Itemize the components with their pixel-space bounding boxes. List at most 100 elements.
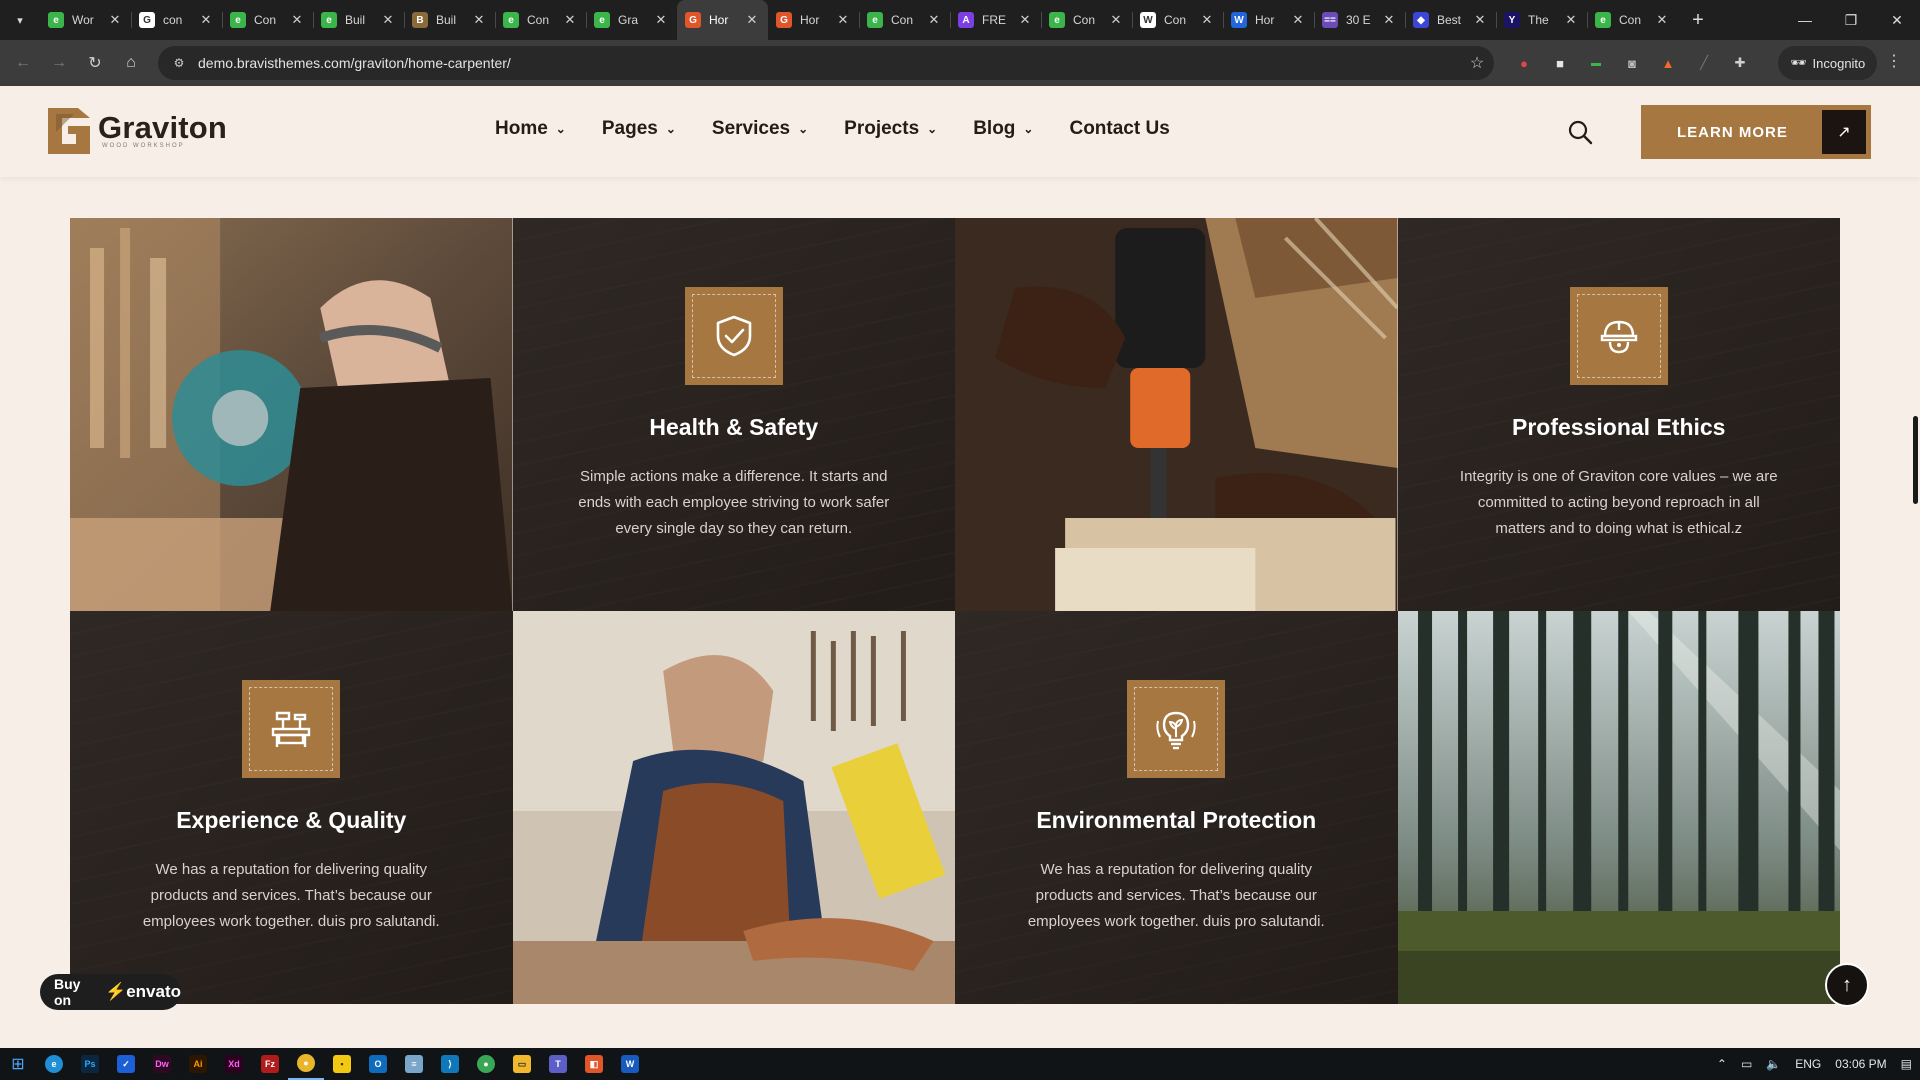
tab-close-icon[interactable]: ✕ xyxy=(198,12,214,28)
browser-tab[interactable]: e Wor ✕ xyxy=(40,0,131,40)
arrow-up-right-icon: ↗ xyxy=(1822,110,1866,154)
menu-item-services[interactable]: Services ⌄ xyxy=(712,118,808,140)
tab-close-icon[interactable]: ✕ xyxy=(1017,12,1033,28)
browser-tab[interactable]: G Hor ✕ xyxy=(768,0,859,40)
browser-tab[interactable]: e Buil ✕ xyxy=(313,0,404,40)
taskbar-app-orange-icon[interactable]: ◧ xyxy=(576,1048,612,1080)
buy-on-envato-badge[interactable]: Buy on ⚡envato xyxy=(40,974,181,1010)
tray-overflow-chevron-icon[interactable]: ⌃ xyxy=(1717,1057,1727,1071)
notifications-icon[interactable]: ▤ xyxy=(1901,1057,1912,1071)
site-logo[interactable]: Graviton WOOD WORKSHOP xyxy=(48,108,227,154)
taskbar-photoshop-icon[interactable]: Ps xyxy=(72,1048,108,1080)
browser-tab[interactable]: Gcon ✕ xyxy=(131,0,222,40)
extension-icon-1[interactable]: ● xyxy=(1512,51,1536,75)
site-info-icon[interactable]: ⚙ xyxy=(164,56,194,70)
network-icon[interactable]: ▭ xyxy=(1741,1057,1752,1071)
taskbar-teams-icon[interactable]: T xyxy=(540,1048,576,1080)
address-bar[interactable]: ⚙ demo.bravisthemes.com/graviton/home-ca… xyxy=(158,46,1494,80)
tab-close-icon[interactable]: ✕ xyxy=(1654,12,1670,28)
tab-close-icon[interactable]: ✕ xyxy=(289,12,305,28)
taskbar-illustrator-icon[interactable]: Ai xyxy=(180,1048,216,1080)
taskbar-sticky-notes-icon[interactable]: ▪ xyxy=(324,1048,360,1080)
tab-close-icon[interactable]: ✕ xyxy=(1199,12,1215,28)
browser-tab[interactable]: e Con ✕ xyxy=(859,0,950,40)
home-button[interactable]: ⌂ xyxy=(114,46,148,80)
taskbar-todo-icon[interactable]: ✓ xyxy=(108,1048,144,1080)
tab-close-icon[interactable]: ✕ xyxy=(1472,12,1488,28)
menu-item-pages[interactable]: Pages ⌄ xyxy=(602,118,676,140)
taskbar-edge-icon[interactable]: e xyxy=(36,1048,72,1080)
taskbar-dreamweaver-icon[interactable]: Dw xyxy=(144,1048,180,1080)
learn-more-button[interactable]: LEARN MORE ↗ xyxy=(1641,105,1871,159)
menu-item-contact[interactable]: Contact Us xyxy=(1069,118,1169,140)
browser-tab[interactable]: A FRE ✕ xyxy=(950,0,1041,40)
browser-tab[interactable]: W Con ✕ xyxy=(1132,0,1223,40)
browser-tab[interactable]: G Hor ✕ xyxy=(677,0,768,40)
language-indicator[interactable]: ENG xyxy=(1795,1057,1821,1071)
tab-title: Wor xyxy=(72,13,94,27)
tab-close-icon[interactable]: ✕ xyxy=(562,12,578,28)
tab-close-icon[interactable]: ✕ xyxy=(1381,12,1397,28)
tab-close-icon[interactable]: ✕ xyxy=(835,12,851,28)
browser-tab[interactable]: B Buil ✕ xyxy=(404,0,495,40)
search-icon[interactable] xyxy=(1566,118,1594,146)
logo-name: Graviton xyxy=(98,110,228,145)
chevron-down-icon: ⌄ xyxy=(798,122,809,136)
forward-button[interactable]: → xyxy=(42,46,76,80)
extension-camera-icon[interactable]: ◙ xyxy=(1620,51,1644,75)
browser-menu-icon[interactable]: ⋮ xyxy=(1886,51,1902,71)
taskbar-filezilla-icon[interactable]: Fz xyxy=(252,1048,288,1080)
tab-close-icon[interactable]: ✕ xyxy=(1290,12,1306,28)
browser-tab[interactable]: W Hor ✕ xyxy=(1223,0,1314,40)
browser-tab[interactable]: e Con ✕ xyxy=(495,0,586,40)
tab-close-icon[interactable]: ✕ xyxy=(107,12,123,28)
volume-icon[interactable]: 🔈 xyxy=(1766,1057,1781,1071)
extension-icon-6[interactable]: ╱ xyxy=(1692,51,1716,75)
taskbar-vscode-icon[interactable]: ⟩ xyxy=(432,1048,468,1080)
bookmark-star-icon[interactable]: ☆ xyxy=(1460,53,1494,73)
new-tab-button[interactable]: + xyxy=(1684,6,1712,34)
back-button[interactable]: ← xyxy=(6,46,40,80)
taskbar-notepad-icon[interactable]: ≡ xyxy=(396,1048,432,1080)
taskbar-xd-icon[interactable]: Xd xyxy=(216,1048,252,1080)
tab-close-icon[interactable]: ✕ xyxy=(1108,12,1124,28)
menu-item-blog[interactable]: Blog ⌄ xyxy=(973,118,1033,140)
tab-close-icon[interactable]: ✕ xyxy=(744,12,760,28)
browser-tab[interactable]: e Con ✕ xyxy=(1587,0,1678,40)
tab-close-icon[interactable]: ✕ xyxy=(471,12,487,28)
windows-start-icon[interactable]: ⊞ xyxy=(0,1054,36,1074)
taskbar-chrome-2-icon[interactable]: ● xyxy=(468,1048,504,1080)
address-url[interactable]: demo.bravisthemes.com/graviton/home-carp… xyxy=(198,55,1460,71)
tab-close-icon[interactable]: ✕ xyxy=(1563,12,1579,28)
browser-tab[interactable]: == 30 E ✕ xyxy=(1314,0,1405,40)
clock[interactable]: 03:06 PM xyxy=(1835,1057,1886,1071)
tab-close-icon[interactable]: ✕ xyxy=(926,12,942,28)
taskbar-chrome-icon[interactable]: ● xyxy=(288,1048,324,1080)
taskbar-file-explorer-icon[interactable]: ▭ xyxy=(504,1048,540,1080)
browser-tab[interactable]: e Con ✕ xyxy=(1041,0,1132,40)
browser-tab[interactable]: Y The ✕ xyxy=(1496,0,1587,40)
browser-tab[interactable]: e Gra ✕ xyxy=(586,0,677,40)
tab-search-chevron-icon[interactable]: ▾ xyxy=(6,6,34,34)
tab-close-icon[interactable]: ✕ xyxy=(653,12,669,28)
browser-tab[interactable]: ◆ Best ✕ xyxy=(1405,0,1496,40)
browser-tab[interactable]: e Con ✕ xyxy=(222,0,313,40)
tab-close-icon[interactable]: ✕ xyxy=(380,12,396,28)
minimize-button[interactable]: — xyxy=(1782,0,1828,40)
incognito-indicator[interactable]: 🕶 Incognito xyxy=(1778,46,1878,80)
close-window-button[interactable]: ✕ xyxy=(1874,0,1920,40)
extensions-puzzle-icon[interactable]: ✚ xyxy=(1728,51,1752,75)
menu-item-home[interactable]: Home ⌄ xyxy=(495,118,566,140)
extension-icon-5[interactable]: ▲ xyxy=(1656,51,1680,75)
restore-button[interactable]: ❐ xyxy=(1828,0,1874,40)
taskbar-outlook-icon[interactable]: O xyxy=(360,1048,396,1080)
taskbar-word-icon[interactable]: W xyxy=(612,1048,648,1080)
menu-label: Blog xyxy=(973,118,1016,139)
scroll-to-top-button[interactable]: ↑ xyxy=(1825,963,1869,1007)
page-scrollbar-thumb[interactable] xyxy=(1913,416,1918,504)
reload-button[interactable]: ↻ xyxy=(78,46,112,80)
envato-brand-text: envato xyxy=(126,982,181,1001)
extension-icon-3[interactable]: ▬ xyxy=(1584,51,1608,75)
extension-icon-2[interactable]: ■ xyxy=(1548,51,1572,75)
menu-item-projects[interactable]: Projects ⌄ xyxy=(844,118,937,140)
